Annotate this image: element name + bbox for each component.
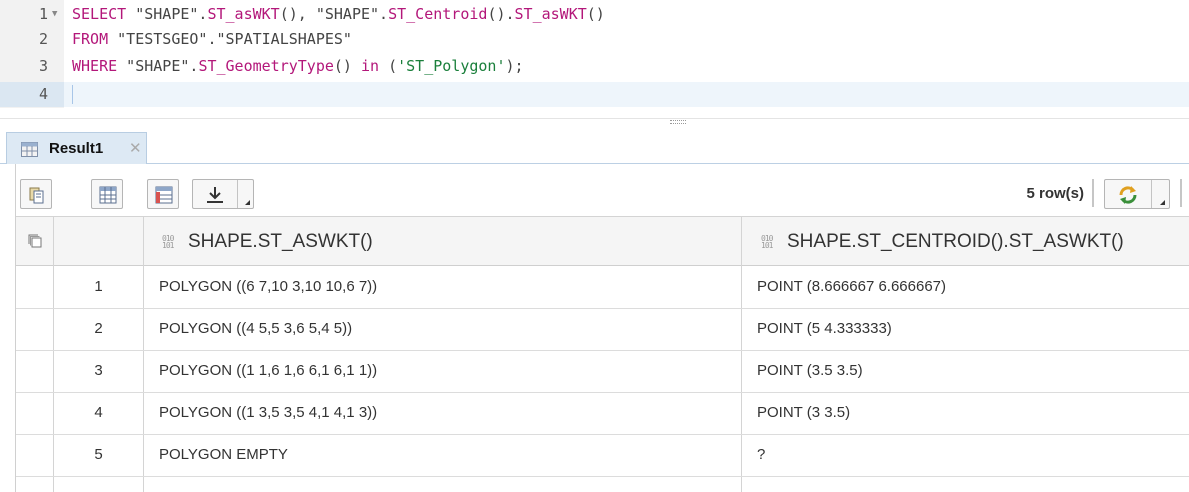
sql-keyword: SELECT bbox=[72, 5, 127, 23]
line-number: 1 bbox=[38, 5, 48, 23]
sql-keyword: FROM bbox=[72, 30, 109, 48]
splitter[interactable] bbox=[0, 118, 1189, 128]
copy-icon bbox=[29, 187, 44, 204]
toolbar-divider bbox=[1092, 179, 1094, 207]
sql-token: () bbox=[586, 5, 605, 23]
result-table-icon bbox=[21, 142, 38, 157]
column-header-shape-aswkt[interactable]: 010 101 SHAPE.ST_ASWKT() bbox=[162, 217, 373, 266]
column-divider bbox=[143, 216, 144, 492]
code-line-4[interactable]: 4 bbox=[0, 82, 1189, 107]
row-number: 4 bbox=[94, 404, 103, 421]
row-number: 2 bbox=[94, 320, 103, 337]
results-panel: 5 row(s) 010 101 SHAPE.ST_ASWKT() 010 10… bbox=[15, 164, 1189, 492]
sql-token: ( bbox=[379, 57, 398, 75]
centroid-wkt-cell[interactable]: ? bbox=[757, 434, 1187, 476]
refresh-dropdown[interactable] bbox=[1104, 179, 1170, 209]
filter-rows-button[interactable] bbox=[147, 179, 179, 209]
row-number: 5 bbox=[94, 446, 103, 463]
sql-token: (), "SHAPE". bbox=[279, 5, 389, 23]
result-tabbar: Result1 ✕ bbox=[0, 128, 1189, 164]
code-line-1[interactable]: 1 ▼ SELECT "SHAPE".ST_asWKT(), "SHAPE".S… bbox=[0, 2, 1189, 27]
column-header-label: SHAPE.ST_CENTROID().ST_ASWKT() bbox=[787, 231, 1124, 252]
dropdown-arrow-icon[interactable] bbox=[1160, 200, 1165, 205]
code-line-2[interactable]: 2 FROM "TESTSGEO"."SPATIALSHAPES" bbox=[0, 27, 1189, 52]
close-icon[interactable]: ✕ bbox=[129, 139, 142, 157]
show-columns-button[interactable] bbox=[91, 179, 123, 209]
table-columns-icon bbox=[99, 186, 117, 204]
shape-wkt-cell[interactable]: POLYGON ((1 3,5 3,5 4,1 4,1 3)) bbox=[159, 392, 729, 434]
sql-keyword: in bbox=[361, 57, 380, 75]
sql-token: "TESTSGEO"."SPATIALSHAPES" bbox=[108, 30, 352, 48]
centroid-wkt-cell[interactable]: POINT (8.666667 6.666667) bbox=[757, 266, 1187, 308]
sql-token: "SHAPE". bbox=[126, 5, 208, 23]
centroid-wkt-cell[interactable]: POINT (3.5 3.5) bbox=[757, 350, 1187, 392]
centroid-wkt-cell[interactable]: POINT (3 3.5) bbox=[757, 392, 1187, 434]
sql-string-literal: 'ST_Polygon' bbox=[397, 57, 506, 75]
sql-token: "SHAPE". bbox=[117, 57, 199, 75]
row-count: 5 row(s) bbox=[1026, 185, 1084, 202]
select-all-icon[interactable] bbox=[24, 217, 54, 266]
fold-toggle-icon[interactable]: ▼ bbox=[52, 2, 57, 27]
sql-token: ); bbox=[505, 57, 524, 75]
sql-function: ST_asWKT bbox=[514, 5, 587, 23]
shape-wkt-cell[interactable]: POLYGON EMPTY bbox=[159, 434, 729, 476]
splitter-grip-icon[interactable] bbox=[670, 120, 686, 124]
toolbar-divider bbox=[1180, 179, 1182, 207]
sql-function: ST_GeometryType bbox=[198, 57, 334, 75]
table-filter-icon bbox=[155, 186, 173, 204]
refresh-icon bbox=[1119, 186, 1137, 204]
download-dropdown[interactable] bbox=[192, 179, 254, 209]
column-header-centroid-aswkt[interactable]: 010 101 SHAPE.ST_CENTROID().ST_ASWKT() bbox=[761, 217, 1124, 266]
centroid-wkt-cell[interactable]: POINT (5 4.333333) bbox=[757, 308, 1187, 350]
sort-icon: 010 101 bbox=[162, 233, 174, 250]
sql-keyword: WHERE bbox=[72, 57, 118, 75]
shape-wkt-cell[interactable]: POLYGON ((4 5,5 3,6 5,4 5)) bbox=[159, 308, 729, 350]
copy-button[interactable] bbox=[20, 179, 52, 209]
sql-function: ST_Centroid bbox=[388, 5, 488, 23]
row-number: 1 bbox=[94, 278, 103, 295]
sql-token: (). bbox=[487, 5, 515, 23]
dropdown-arrow-icon[interactable] bbox=[245, 200, 250, 205]
text-caret bbox=[72, 85, 73, 104]
dropdown-separator bbox=[237, 180, 238, 208]
code-line-3[interactable]: 3 WHERE "SHAPE".ST_GeometryType() in ('S… bbox=[0, 54, 1189, 79]
line-number: 3 bbox=[38, 57, 48, 75]
column-divider[interactable] bbox=[741, 216, 742, 492]
row-divider bbox=[16, 476, 1189, 477]
sql-function: ST_asWKT bbox=[207, 5, 280, 23]
sql-token: () bbox=[333, 57, 361, 75]
row-number: 3 bbox=[94, 362, 103, 379]
results-toolbar: 5 row(s) bbox=[16, 164, 1189, 216]
grid-header: 010 101 SHAPE.ST_ASWKT() 010 101 SHAPE.ST_CE… bbox=[16, 216, 1189, 266]
shape-wkt-cell[interactable]: POLYGON ((1 1,6 1,6 6,1 6,1 1)) bbox=[159, 350, 729, 392]
tab-result1[interactable]: Result1 ✕ bbox=[6, 132, 147, 164]
tab-label: Result1 bbox=[49, 140, 104, 157]
sql-editor[interactable]: 1 ▼ SELECT "SHAPE".ST_asWKT(), "SHAPE".S… bbox=[0, 0, 1189, 118]
line-number: 2 bbox=[38, 30, 48, 48]
download-icon bbox=[207, 187, 223, 203]
column-header-label: SHAPE.ST_ASWKT() bbox=[188, 231, 373, 252]
results-grid[interactable]: 010 101 SHAPE.ST_ASWKT() 010 101 SHAPE.ST_CE… bbox=[16, 216, 1189, 492]
line-number: 4 bbox=[0, 82, 64, 107]
dropdown-separator bbox=[1151, 180, 1152, 208]
shape-wkt-cell[interactable]: POLYGON ((6 7,10 3,10 10,6 7)) bbox=[159, 266, 729, 308]
sort-icon: 010 101 bbox=[761, 233, 773, 250]
